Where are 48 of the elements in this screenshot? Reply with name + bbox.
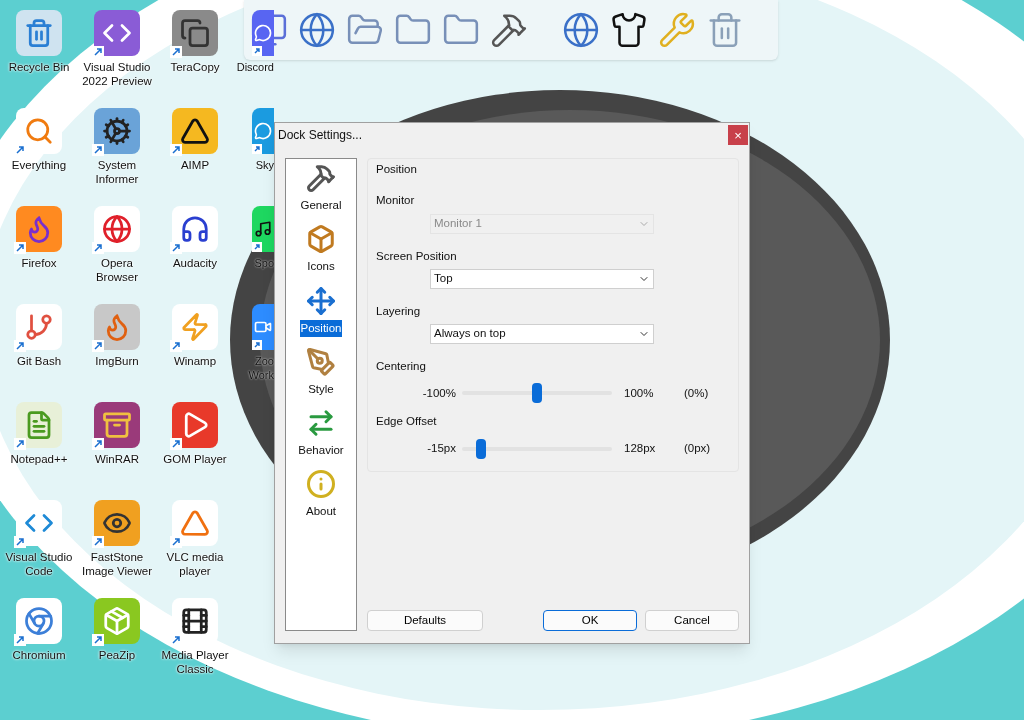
icon-label: Sky bbox=[255, 158, 274, 172]
dialog-button[interactable]: Defaults bbox=[367, 610, 483, 631]
slider-min-label: -100% bbox=[421, 385, 457, 401]
icon-label: Media Player Classic bbox=[160, 648, 230, 676]
group-title: Position bbox=[376, 162, 418, 177]
slider-max-label: 128px bbox=[624, 440, 657, 456]
icon-label: Everything bbox=[10, 158, 68, 172]
field-label: Layering bbox=[376, 303, 421, 319]
sidebar-item[interactable]: Position bbox=[299, 319, 343, 337]
icon-label: Firefox bbox=[20, 256, 58, 270]
icon-label: TeraCopy bbox=[169, 60, 221, 74]
icon-label: Notepad++ bbox=[9, 452, 69, 466]
sidebar-item[interactable]: About bbox=[304, 503, 338, 521]
icon-label: Git Bash bbox=[15, 354, 63, 368]
slider-value: (0px) bbox=[684, 440, 711, 456]
icon-label: VLC media player bbox=[165, 550, 225, 578]
slider-max-label: 100% bbox=[624, 385, 655, 401]
icon-label: Audacity bbox=[171, 256, 219, 270]
field-label: Screen Position bbox=[376, 248, 457, 264]
dialog-button[interactable]: Cancel bbox=[645, 610, 739, 631]
dropdown[interactable]: Always on top bbox=[430, 324, 654, 344]
icon-label: Visual Studio 2022 Preview bbox=[81, 60, 153, 88]
field-label: Edge Offset bbox=[376, 414, 437, 430]
icon-label: Opera Browser bbox=[94, 256, 140, 284]
icon-label: System Informer bbox=[94, 158, 140, 186]
icon-label: Zoo Work bbox=[248, 354, 274, 382]
icon-label: WinRAR bbox=[93, 452, 141, 466]
field-label: Monitor bbox=[376, 193, 415, 209]
icon-label: AIMP bbox=[179, 158, 211, 172]
icon-label: FastStone Image Viewer bbox=[80, 550, 154, 578]
slider-min-label: -15px bbox=[426, 440, 457, 456]
dropdown[interactable]: Top bbox=[430, 268, 654, 289]
icon-label: Spo bbox=[254, 256, 274, 270]
slider-value: (0%) bbox=[684, 385, 709, 401]
dialog-button[interactable]: OK bbox=[543, 610, 637, 631]
field-label: Centering bbox=[376, 359, 426, 374]
sidebar-item[interactable]: Style bbox=[307, 380, 335, 398]
icon-label: Chromium bbox=[11, 648, 67, 662]
icon-label: Winamp bbox=[172, 354, 218, 368]
icon-label: PeaZip bbox=[97, 648, 137, 662]
sidebar-item[interactable]: Behavior bbox=[297, 442, 345, 460]
window-title: Dock Settings... bbox=[278, 127, 363, 144]
sidebar-item[interactable]: Icons bbox=[306, 258, 336, 276]
icon-label: Discord bbox=[236, 60, 274, 74]
icon-label: GOM Player bbox=[162, 452, 228, 466]
icon-label: ImgBurn bbox=[94, 354, 140, 368]
close-button[interactable]: × bbox=[728, 125, 748, 145]
sidebar-item[interactable]: General bbox=[299, 197, 343, 215]
